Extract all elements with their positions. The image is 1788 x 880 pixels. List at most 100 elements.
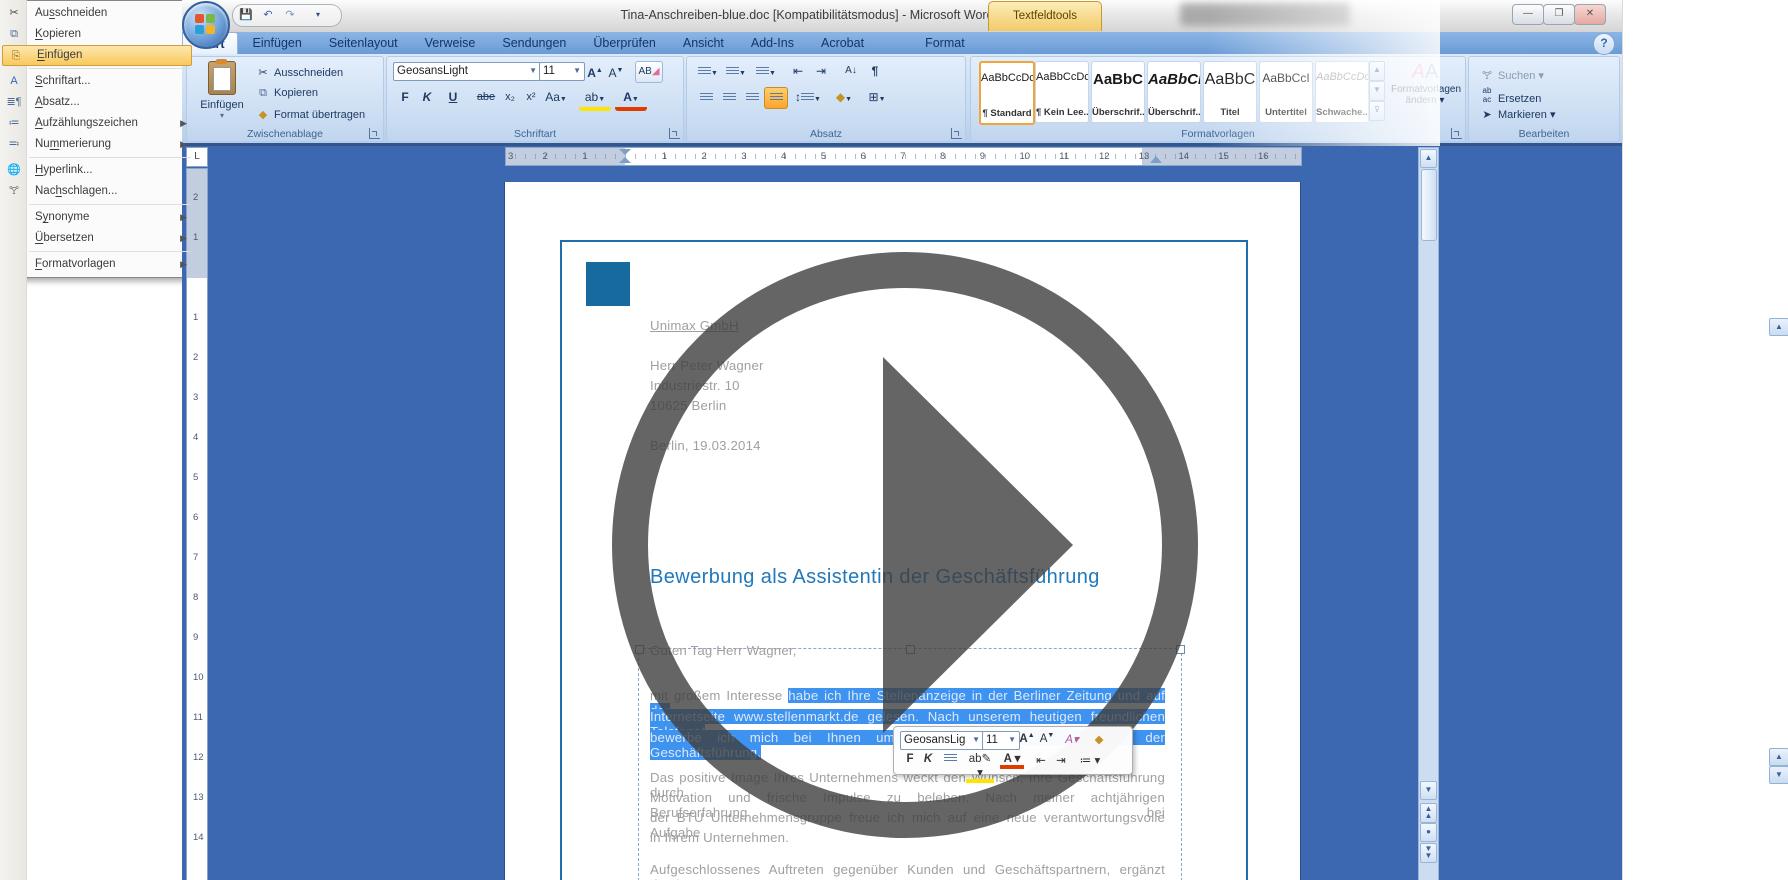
close-button[interactable]: ✕ — [1574, 4, 1606, 25]
mini-align-button[interactable] — [940, 753, 960, 765]
select-browse-object-button[interactable]: ● — [1420, 823, 1437, 842]
style--berschrif-[interactable]: AaBbCiÜberschrif... — [1147, 61, 1201, 123]
find-button[interactable]: 🝖Suchen ▾ — [1479, 64, 1544, 86]
vertical-scrollbar[interactable]: ▲ ▼ ▲▲ ● ▼▼ — [1418, 147, 1439, 880]
text-highlight-button[interactable]: ab▼ — [579, 87, 611, 111]
replace-button[interactable]: abacErsetzen — [1479, 86, 1541, 105]
undo-button[interactable]: ↶ — [259, 7, 277, 23]
font-name-combo[interactable]: ▼GeosansLight — [393, 62, 541, 81]
resize-handle[interactable] — [1176, 645, 1185, 654]
line-spacing-button[interactable]: ↕▼ — [793, 87, 823, 107]
align-right-button[interactable] — [741, 87, 763, 107]
resize-handle[interactable] — [635, 645, 644, 654]
outer-scroll-up-icon[interactable]: ▲ — [1769, 318, 1788, 336]
scroll-up-button[interactable]: ▲ — [1420, 149, 1437, 168]
minimize-button[interactable]: — — [1512, 4, 1544, 25]
shrink-font-button[interactable]: A▼ — [606, 61, 626, 81]
next-page-button[interactable]: ▼▼ — [1420, 843, 1437, 863]
menu-item-hyperlink-[interactable]: 🌐Hyperlink... — [1, 160, 193, 181]
underline-button[interactable]: U — [439, 87, 467, 107]
menu-item-formatvorlagen[interactable]: Formatvorlagen▶ — [1, 254, 193, 275]
mini-styles-button[interactable]: A▾ — [1062, 732, 1082, 746]
mini-font-color-button[interactable]: A ▾ — [1000, 751, 1024, 769]
hanging-indent-marker[interactable] — [619, 157, 631, 163]
menu-item-ausschneiden[interactable]: ✂Ausschneiden — [1, 3, 193, 24]
decrease-indent-button[interactable]: ⇤ — [787, 61, 809, 81]
grow-font-button[interactable]: A▲ — [585, 61, 605, 81]
format-painter-button[interactable]: ◆Format übertragen — [255, 108, 365, 121]
menu-item-nachschlagen-[interactable]: 🝖Nachschlagen... — [1, 181, 193, 202]
borders-button[interactable]: ⊞▼ — [862, 87, 892, 107]
show-paragraph-marks-button[interactable]: ¶ — [865, 61, 885, 81]
superscript-button[interactable]: x² — [521, 87, 541, 107]
save-button[interactable]: 💾 — [237, 7, 255, 23]
outer-scroll-up2-icon[interactable]: ▲ — [1769, 748, 1788, 766]
shading-button[interactable]: ◆▼ — [829, 87, 859, 107]
mini-format-painter-button[interactable]: ◆ — [1090, 732, 1108, 746]
mini-decrease-indent-button[interactable]: ⇤ — [1032, 753, 1050, 767]
style--kein-lee-[interactable]: AaBbCcDc¶ Kein Lee... — [1035, 61, 1089, 123]
bold-button[interactable]: F — [395, 87, 415, 107]
tab-ansicht[interactable]: Ansicht — [670, 32, 737, 54]
scroll-down-button[interactable]: ▼ — [1420, 781, 1437, 800]
clear-formatting-button[interactable]: AB◢ — [635, 61, 663, 83]
redo-button[interactable]: ↷ — [281, 7, 299, 23]
mini-increase-indent-button[interactable]: ⇥ — [1052, 753, 1070, 767]
mini-grow-font-button[interactable]: A▲ — [1018, 732, 1036, 745]
tab-seitenlayout[interactable]: Seitenlayout — [316, 32, 411, 54]
bullets-button[interactable]: ▼ — [695, 61, 721, 81]
tab-format[interactable]: Format — [912, 32, 978, 54]
tab-sendungen[interactable]: Sendungen — [489, 32, 579, 54]
mini-font-name-combo[interactable]: ▼GeosansLig — [900, 731, 984, 750]
subscript-button[interactable]: x₂ — [500, 87, 520, 107]
font-color-button[interactable]: A▼ — [615, 87, 647, 111]
mini-bullets-button[interactable]: ≔ ▾ — [1076, 753, 1104, 767]
menu-item-synonyme[interactable]: Synonyme▶ — [1, 207, 193, 228]
tab-add-ins[interactable]: Add-Ins — [738, 32, 807, 54]
menu-item-einfügen[interactable]: ⎘Einfügen — [2, 45, 192, 66]
mini-italic-button[interactable]: K — [920, 753, 936, 765]
menu-item-nummerierung[interactable]: ≕Nummerierung▶ — [1, 134, 193, 155]
menu-item-kopieren[interactable]: ⧉Kopieren — [1, 24, 193, 45]
justify-button[interactable] — [764, 87, 788, 109]
menu-item-übersetzen[interactable]: Übersetzen▶ — [1, 228, 193, 249]
align-left-button[interactable] — [695, 87, 717, 107]
scrollbar-thumb[interactable] — [1421, 169, 1437, 241]
numbering-button[interactable]: ▼ — [723, 61, 749, 81]
style--berschrif-[interactable]: AaBbCÜberschrif... — [1091, 61, 1145, 123]
previous-page-button[interactable]: ▲▲ — [1420, 803, 1437, 823]
restore-button[interactable]: ❐ — [1543, 4, 1575, 25]
align-center-button[interactable] — [718, 87, 740, 107]
help-button[interactable]: ? — [1593, 33, 1615, 55]
menu-item-schriftart-[interactable]: ASchriftart... — [1, 71, 193, 92]
tab-verweise[interactable]: Verweise — [412, 32, 489, 54]
dialog-launcher-icon[interactable] — [1451, 128, 1462, 139]
tab-überprüfen[interactable]: Überprüfen — [580, 32, 669, 54]
copy-button[interactable]: ⧉Kopieren — [255, 87, 318, 100]
right-indent-marker[interactable] — [1150, 156, 1162, 163]
cut-button[interactable]: ✂Ausschneiden — [255, 66, 343, 79]
mini-highlight-button[interactable]: ab✎ ▾ — [966, 751, 994, 783]
outer-scroll-down-icon[interactable]: ▼ — [1769, 766, 1788, 784]
mini-shrink-font-button[interactable]: A▼ — [1038, 732, 1056, 745]
strikethrough-button[interactable]: abe — [473, 87, 499, 107]
horizontal-ruler[interactable]: 32112345678910111213141516 — [505, 147, 1302, 166]
dialog-launcher-icon[interactable] — [369, 128, 380, 139]
office-button[interactable] — [182, 1, 230, 49]
mini-font-size-combo[interactable]: ▼11 — [982, 731, 1020, 750]
paste-big-button[interactable]: Einfügen ▾ — [193, 59, 251, 123]
tab-acrobat[interactable]: Acrobat — [808, 32, 877, 54]
increase-indent-button[interactable]: ⇥ — [810, 61, 832, 81]
dialog-launcher-icon[interactable] — [951, 128, 962, 139]
first-line-indent-marker[interactable] — [619, 149, 631, 155]
font-size-combo[interactable]: ▼11 — [539, 62, 585, 81]
select-button[interactable]: ➤Markieren ▾ — [1479, 108, 1555, 121]
document-page[interactable]: Unimax GmbH Herr Peter WagnerIndustriest… — [505, 182, 1300, 880]
mini-bold-button[interactable]: F — [902, 753, 918, 765]
menu-item-absatz-[interactable]: ≣¶Absatz... — [1, 92, 193, 113]
multilevel-list-button[interactable]: ▼ — [751, 61, 781, 81]
tab-einfügen[interactable]: Einfügen — [239, 32, 314, 54]
dialog-launcher-icon[interactable] — [669, 128, 680, 139]
menu-item-aufzählungszeichen[interactable]: ≔Aufzählungszeichen▶ — [1, 113, 193, 134]
style--standard[interactable]: AaBbCcDc¶ Standard — [979, 61, 1035, 125]
